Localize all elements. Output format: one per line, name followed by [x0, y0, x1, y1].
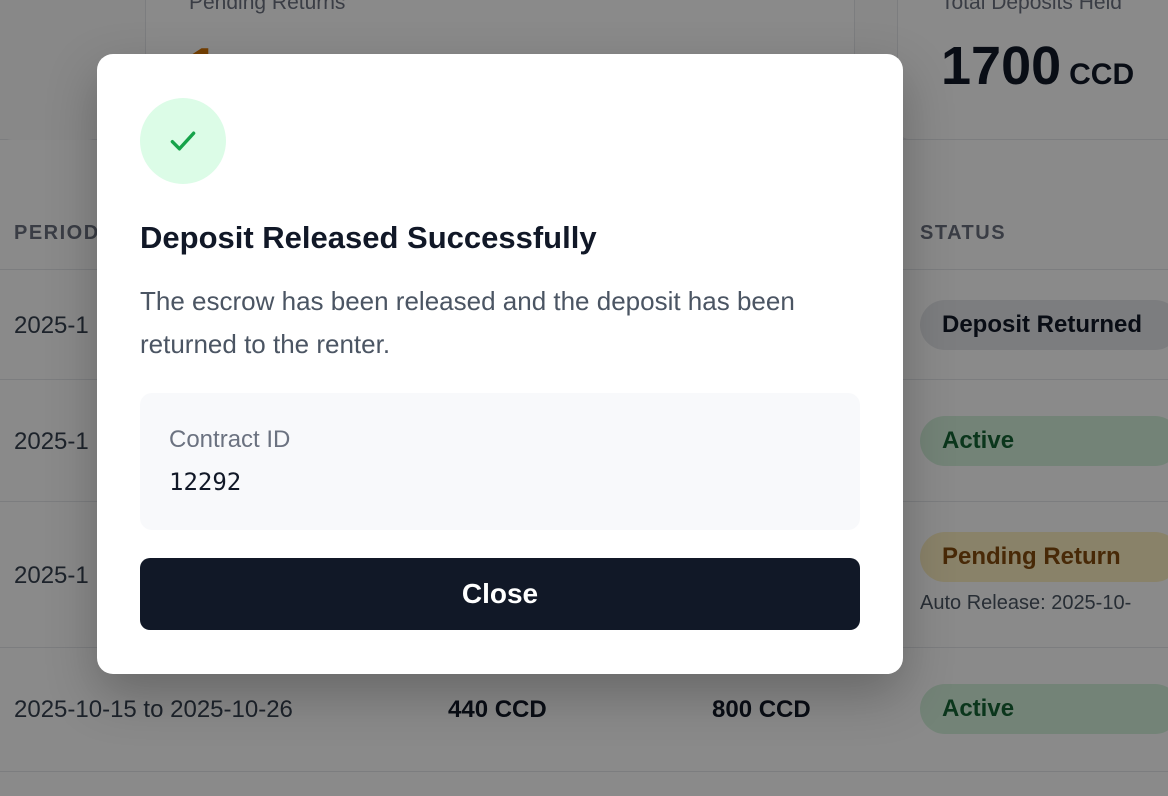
- success-dialog: Deposit Released Successfully The escrow…: [97, 54, 903, 674]
- dialog-title: Deposit Released Successfully: [140, 220, 597, 255]
- check-icon: [170, 131, 196, 151]
- contract-id-value: 12292: [169, 468, 242, 496]
- dialog-message: The escrow has been released and the dep…: [140, 286, 795, 359]
- contract-id-label: Contract ID: [169, 426, 291, 453]
- contract-info-box: Contract ID 12292: [140, 393, 860, 530]
- success-badge: [140, 98, 226, 184]
- close-button[interactable]: Close: [140, 558, 860, 630]
